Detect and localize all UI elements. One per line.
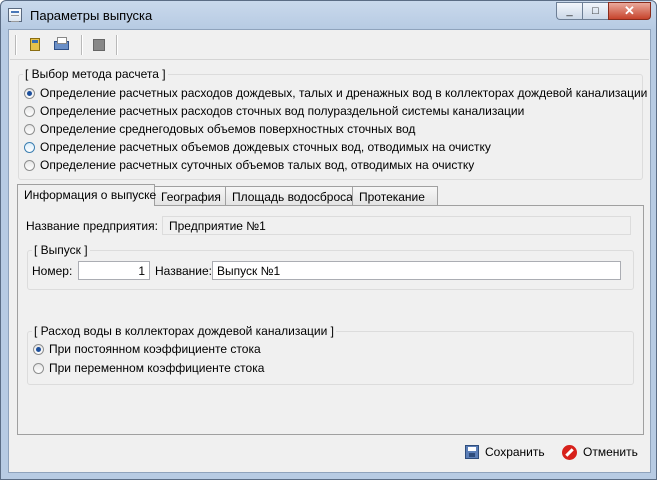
tab-leakage[interactable]: Протекание xyxy=(352,186,438,205)
cancel-button[interactable]: Отменить xyxy=(562,442,638,462)
tab-label: Протекание xyxy=(359,190,425,204)
method-option-5[interactable]: Определение расчетных суточных объемов т… xyxy=(24,158,474,172)
print-button[interactable] xyxy=(53,36,71,54)
method-option-4[interactable]: Определение расчетных объемов дождевых с… xyxy=(24,140,491,154)
calculate-button[interactable] xyxy=(27,36,45,54)
radio-button[interactable] xyxy=(24,141,35,153)
dialog-body: [ Выбор метода расчета ] Определение рас… xyxy=(8,29,651,473)
method-option-3[interactable]: Определение среднегодовых объемов поверх… xyxy=(24,122,415,136)
cancel-icon xyxy=(562,444,577,460)
release-group: [ Выпуск ] Номер: 1 Название: Выпуск №1 xyxy=(27,243,634,290)
maximize-icon: □ xyxy=(592,5,599,17)
tab-label: География xyxy=(161,190,221,204)
tab-release-info[interactable]: Информация о выпуске xyxy=(17,184,157,206)
app-icon xyxy=(8,8,22,22)
toolbar-separator xyxy=(81,35,83,55)
flow-option-constant[interactable]: При постоянном коэффициенте стока xyxy=(33,342,261,356)
number-label: Номер: xyxy=(32,264,73,278)
method-option-2[interactable]: Определение расчетных расходов сточных в… xyxy=(24,104,524,118)
calculator-icon xyxy=(30,38,40,51)
method-option-label: Определение расчетных расходов дождевых,… xyxy=(40,86,648,100)
flow-option-label: При переменном коэффициенте стока xyxy=(49,361,265,375)
name-input[interactable]: Выпуск №1 xyxy=(212,261,621,280)
tab-label: Информация о выпуске xyxy=(24,188,157,202)
close-icon: ✕ xyxy=(624,3,635,18)
method-option-label: Определение расчетных расходов сточных в… xyxy=(40,104,525,118)
flow-group: [ Расход воды в коллекторах дождевой кан… xyxy=(27,324,634,385)
flow-option-variable[interactable]: При переменном коэффициенте стока xyxy=(33,361,264,375)
tab-panel-release-info: Название предприятия: Предприятие №1 [ В… xyxy=(17,205,644,435)
radio-button[interactable] xyxy=(24,123,35,135)
dialog-window: Параметры выпуска _ □ ✕ [ Выбор метода р… xyxy=(0,0,657,480)
toolbar-separator xyxy=(116,35,118,55)
stop-icon xyxy=(93,39,105,51)
close-button[interactable]: ✕ xyxy=(608,2,651,20)
method-group: [ Выбор метода расчета ] Определение рас… xyxy=(18,67,647,180)
stop-button[interactable] xyxy=(90,36,108,54)
company-field: Предприятие №1 xyxy=(162,216,631,235)
save-label: Сохранить xyxy=(485,445,545,459)
print-icon xyxy=(54,37,69,50)
window-title: Параметры выпуска xyxy=(30,8,153,23)
flow-group-title: [ Расход воды в коллекторах дождевой кан… xyxy=(32,324,336,338)
release-group-title: [ Выпуск ] xyxy=(32,243,90,257)
maximize-button[interactable]: □ xyxy=(582,2,608,20)
name-label: Название: xyxy=(155,264,212,278)
method-option-label: Определение среднегодовых объемов поверх… xyxy=(40,122,416,136)
number-input[interactable]: 1 xyxy=(78,261,150,280)
radio-button[interactable] xyxy=(33,343,44,355)
cancel-label: Отменить xyxy=(583,445,638,459)
tab-geography[interactable]: География xyxy=(154,186,226,205)
save-button[interactable]: Сохранить xyxy=(465,442,545,462)
tab-label: Площадь водосброса xyxy=(232,190,353,204)
flow-option-label: При постоянном коэффициенте стока xyxy=(49,342,261,356)
method-option-1[interactable]: Определение расчетных расходов дождевых,… xyxy=(24,86,647,100)
minimize-button[interactable]: _ xyxy=(556,2,582,20)
radio-button[interactable] xyxy=(24,159,35,171)
toolbar xyxy=(10,31,649,60)
method-group-title: [ Выбор метода расчета ] xyxy=(23,67,168,81)
tab-drainage-area[interactable]: Площадь водосброса xyxy=(225,186,353,205)
minimize-icon: _ xyxy=(566,5,573,17)
radio-button[interactable] xyxy=(24,105,35,117)
title-bar[interactable]: Параметры выпуска _ □ ✕ xyxy=(1,1,656,29)
radio-button[interactable] xyxy=(24,87,35,99)
method-option-label: Определение расчетных суточных объемов т… xyxy=(40,158,475,172)
toolbar-separator xyxy=(15,35,17,55)
radio-button[interactable] xyxy=(33,362,44,374)
save-icon xyxy=(465,445,479,459)
method-option-label: Определение расчетных объемов дождевых с… xyxy=(40,140,491,154)
company-label: Название предприятия: xyxy=(26,219,158,233)
